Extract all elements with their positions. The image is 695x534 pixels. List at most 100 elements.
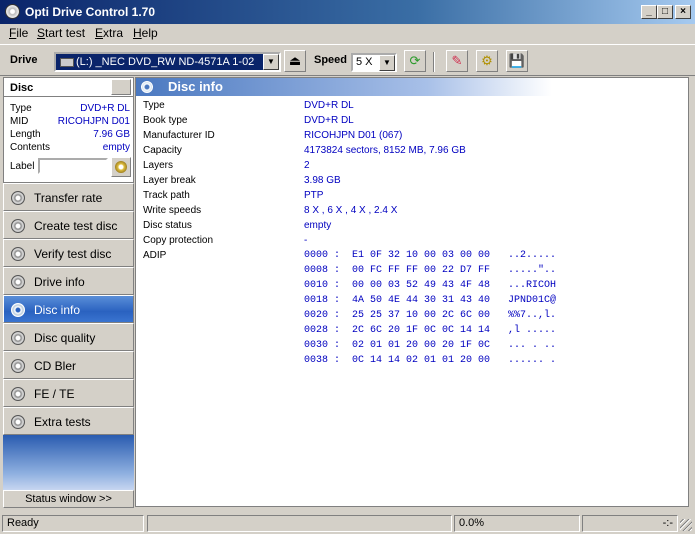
elapsed-time: -:- (582, 515, 678, 532)
nav-transfer-rate[interactable]: Transfer rate (3, 183, 134, 211)
speed-value: 5 X (356, 56, 373, 68)
chevron-down-icon[interactable]: ▼ (263, 54, 279, 70)
info-key: Capacity (143, 145, 182, 156)
menu-file[interactable]: File (9, 26, 28, 40)
disc-icon (11, 415, 25, 429)
toolbar-separator (433, 52, 435, 72)
disc-panel-toggle-button[interactable] (111, 79, 131, 95)
nav-label: Extra tests (34, 415, 91, 429)
info-value: PTP (304, 190, 324, 201)
label-apply-button[interactable] (111, 157, 131, 177)
nav-label: Disc quality (34, 331, 96, 345)
nav-label: Create test disc (34, 219, 118, 233)
info-key: Copy protection (143, 235, 214, 246)
drive-icon (60, 58, 74, 67)
disc-panel-header: Disc (3, 77, 134, 97)
disc-info-panel: Disc info Type DVD+R DL Book type DVD+R … (135, 77, 689, 507)
info-value: empty (304, 220, 332, 231)
prop-contents-value: empty (102, 142, 130, 153)
nav-drive-info[interactable]: Drive info (3, 267, 134, 295)
nav-label: Disc info (34, 303, 81, 317)
disc-icon (11, 359, 25, 373)
nav-filler (3, 435, 134, 490)
eject-button[interactable]: ⏏ (284, 50, 306, 72)
disc-icon (11, 387, 25, 401)
adip-line: 0018 : 4A 50 4E 44 30 31 43 40 JPND01C@ (304, 295, 557, 306)
info-value: 8 X , 6 X , 4 X , 2.4 X (304, 205, 398, 216)
nav-cd-bler[interactable]: CD Bler (3, 351, 134, 379)
status-bar: Ready 0.0% -:- (0, 513, 695, 534)
nav-disc-info[interactable]: Disc info (3, 295, 134, 323)
disc-icon (11, 219, 25, 233)
prop-length-value: 7.96 GB (93, 129, 130, 140)
save-button[interactable]: 💾 (506, 50, 528, 72)
prop-length-key: Length (10, 129, 41, 140)
info-key: Book type (143, 115, 188, 126)
panel-header: Disc info (136, 78, 552, 96)
adip-line: 0008 : 00 FC FF FF 00 22 D7 FF .....".. (304, 265, 557, 276)
info-key: Layer break (143, 175, 196, 186)
nav-create-test-disc[interactable]: Create test disc (3, 211, 134, 239)
nav-extra-tests[interactable]: Extra tests (3, 407, 134, 435)
drive-select[interactable]: (L:) _NEC DVD_RW ND-4571A 1-02 ▼ (54, 52, 281, 72)
info-value: DVD+R DL (304, 100, 354, 111)
disc-properties: Type DVD+R DL MID RICOHJPN D01 Length 7.… (3, 97, 134, 183)
menu-help[interactable]: Help (133, 26, 158, 40)
maximize-button[interactable]: □ (657, 5, 673, 19)
drive-value: (L:) _NEC DVD_RW ND-4571A 1-02 (76, 56, 255, 68)
info-key: Track path (143, 190, 190, 201)
nav-verify-test-disc[interactable]: Verify test disc (3, 239, 134, 267)
nav-label: Drive info (34, 275, 85, 289)
menu-extra[interactable]: Extra (95, 26, 123, 40)
nav-fe-te[interactable]: FE / TE (3, 379, 134, 407)
info-value: 4173824 sectors, 8152 MB, 7.96 GB (304, 145, 466, 156)
info-value: RICOHJPN D01 (067) (304, 130, 403, 141)
prop-mid-key: MID (10, 116, 29, 127)
erase-button[interactable]: ✎ (446, 50, 468, 72)
nav-label: Transfer rate (34, 191, 103, 205)
refresh-button[interactable]: ⟳ (404, 50, 426, 72)
adip-line: 0020 : 25 25 37 10 00 2C 6C 00 %%7..,l. (304, 310, 557, 321)
window-title: Opti Drive Control 1.70 (25, 5, 156, 19)
nav-disc-quality[interactable]: Disc quality (3, 323, 134, 351)
disc-icon (11, 303, 25, 317)
menu-bar: File Start test Extra Help (0, 24, 695, 42)
left-panel: Disc Type DVD+R DL MID RICOHJPN D01 Leng… (3, 77, 134, 508)
info-key: Manufacturer ID (143, 130, 215, 141)
adip-key: ADIP (143, 250, 167, 261)
prop-mid-value: RICOHJPN D01 (57, 116, 130, 127)
label-key: Label (10, 161, 35, 172)
info-key: Write speeds (143, 205, 202, 216)
disc-icon (11, 331, 25, 345)
adip-line: 0010 : 00 00 03 52 49 43 4F 48 ...RICOH (304, 280, 557, 291)
settings-button[interactable]: ⚙ (476, 50, 498, 72)
adip-line: 0038 : 0C 14 14 02 01 01 20 00 ...... . (304, 355, 557, 366)
adip-line: 0030 : 02 01 01 20 00 20 1F 0C ... . .. (304, 340, 557, 351)
label-input[interactable] (38, 158, 108, 174)
app-disc-icon (5, 4, 20, 19)
info-value: DVD+R DL (304, 115, 354, 126)
adip-line: 0000 : E1 0F 32 10 00 03 00 00 ..2..... (304, 250, 557, 261)
menu-start-test[interactable]: Start test (37, 26, 85, 40)
nav-label: Verify test disc (34, 247, 112, 261)
title-bar: Opti Drive Control 1.70 _ □ × (0, 0, 695, 24)
prop-contents-key: Contents (10, 142, 51, 153)
close-button[interactable]: × (675, 5, 691, 19)
nav-label: CD Bler (34, 359, 77, 373)
disc-icon (11, 247, 25, 261)
status-window-button[interactable]: Status window >> (3, 490, 134, 508)
info-value: 3.98 GB (304, 175, 341, 186)
disc-icon (11, 191, 25, 205)
panel-title: Disc info (168, 79, 223, 94)
info-value: 2 (304, 160, 310, 171)
info-value: - (304, 235, 308, 246)
info-key: Layers (143, 160, 174, 171)
speed-label: Speed (314, 54, 348, 66)
info-key: Disc status (143, 220, 192, 231)
status-text: Ready (2, 515, 144, 532)
resize-grip-icon[interactable] (680, 519, 692, 531)
chevron-down-icon[interactable]: ▼ (379, 55, 395, 71)
speed-select[interactable]: 5 X ▼ (351, 53, 397, 72)
minimize-button[interactable]: _ (641, 5, 657, 19)
drive-label: Drive (10, 54, 38, 66)
